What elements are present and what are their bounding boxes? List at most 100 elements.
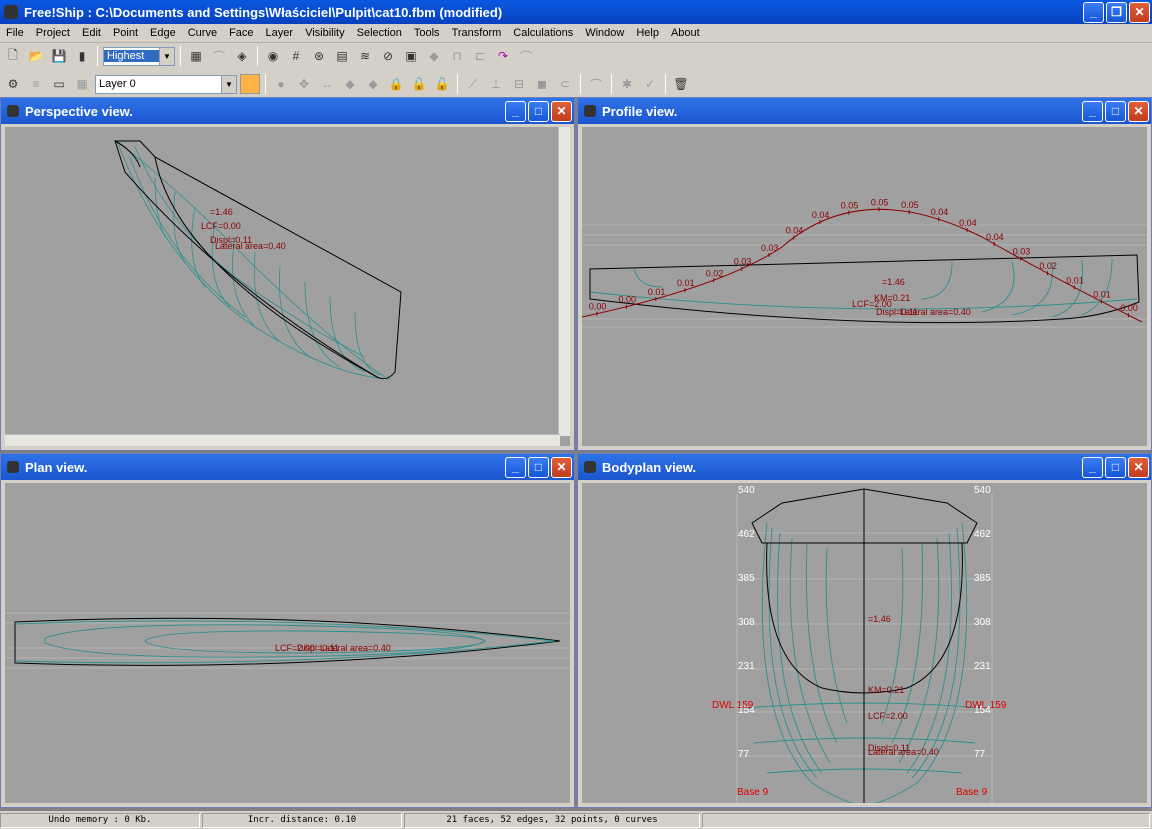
minimize-button[interactable]: _ — [1082, 456, 1103, 478]
diagonals-icon[interactable]: ⊘ — [378, 46, 398, 66]
minimize-button[interactable]: _ — [505, 456, 526, 478]
waterlines-icon[interactable]: ≋ — [355, 46, 375, 66]
menu-help[interactable]: Help — [630, 27, 665, 39]
profile-curve-label: 0.04 — [986, 232, 1004, 242]
hydrostatics-icon[interactable]: ▣ — [401, 46, 421, 66]
close-button[interactable]: ✕ — [1128, 456, 1149, 478]
menu-edge[interactable]: Edge — [144, 27, 182, 39]
edge-connect-icon[interactable]: ⊂ — [555, 74, 575, 94]
menu-project[interactable]: Project — [30, 27, 76, 39]
face-split-icon[interactable]: ◆ — [363, 74, 383, 94]
buttocks-icon[interactable]: ▤ — [332, 46, 352, 66]
perspective-canvas[interactable]: =1.46 LCF=0.00 Displ=0.11 Lateral area=0… — [5, 127, 570, 446]
svg-text:Lateral area=0.40: Lateral area=0.40 — [900, 307, 971, 317]
edge-collapse-icon[interactable]: ⊥ — [486, 74, 506, 94]
minimize-button[interactable]: _ — [1083, 1, 1104, 23]
spline-icon[interactable]: ⌒ — [516, 46, 536, 66]
menu-layer[interactable]: Layer — [260, 27, 300, 39]
perspective-title: Perspective view. — [25, 103, 133, 119]
menu-transform[interactable]: Transform — [446, 27, 508, 39]
layer-visibility-icon[interactable]: ▭ — [49, 74, 69, 94]
profile-titlebar: Profile view. _ □ ✕ — [578, 98, 1151, 124]
minimize-button[interactable]: _ — [1082, 100, 1103, 122]
restore-button[interactable]: ❐ — [1106, 1, 1127, 23]
menu-curve[interactable]: Curve — [182, 27, 223, 39]
menu-point[interactable]: Point — [107, 27, 144, 39]
maximize-button[interactable]: □ — [528, 456, 549, 478]
close-button[interactable]: ✕ — [1128, 100, 1149, 122]
plan-canvas[interactable]: LCF=2.00 Displ=0.11 Lateral area=0.40 — [5, 483, 570, 803]
profile-curve-label: 0.04 — [786, 226, 804, 236]
profile-curve-label: 0.03 — [761, 243, 779, 253]
close-button[interactable]: ✕ — [551, 456, 572, 478]
delete-icon[interactable]: 🗑 — [671, 74, 691, 94]
curvature-icon[interactable]: ⌒ — [209, 46, 229, 66]
close-button[interactable]: ✕ — [551, 100, 572, 122]
bodyplan-canvas[interactable]: 540 462 385 308 231 154 77 540 462 385 308 231 154 77… — [582, 483, 1147, 803]
menu-about[interactable]: About — [665, 27, 706, 39]
horizontal-scrollbar[interactable] — [5, 434, 560, 446]
menu-tools[interactable]: Tools — [408, 27, 446, 39]
stations-icon[interactable]: ⊛ — [309, 46, 329, 66]
layer-grid-icon[interactable]: ▦ — [72, 74, 92, 94]
lock-icon[interactable]: 🔒 — [386, 74, 406, 94]
open-folder-icon[interactable]: 📂 — [26, 46, 46, 66]
edge-split-icon[interactable]: ⟋ — [463, 74, 483, 94]
svg-text:LCF=0.00: LCF=0.00 — [201, 221, 241, 231]
new-point-icon[interactable]: ● — [271, 74, 291, 94]
menu-selection[interactable]: Selection — [351, 27, 408, 39]
bridge-icon[interactable]: ⊏ — [470, 46, 490, 66]
minimize-button[interactable]: _ — [505, 100, 526, 122]
move-icon[interactable]: ✥ — [294, 74, 314, 94]
status-bar: Undo memory : 0 Kb. Incr. distance: 0.10… — [0, 811, 1152, 829]
viewport-icon — [584, 461, 596, 473]
export-icon[interactable]: ▮ — [72, 46, 92, 66]
markers-icon[interactable]: ⊓ — [447, 46, 467, 66]
layer-select[interactable]: Layer 0 ▼ — [95, 74, 237, 94]
layers-icon[interactable]: ≡ — [26, 74, 46, 94]
extrude-icon[interactable]: ↔ — [317, 74, 337, 94]
unlock-icon[interactable]: 🔓 — [409, 74, 429, 94]
interior-edges-icon[interactable]: ◈ — [232, 46, 252, 66]
menu-calculations[interactable]: Calculations — [507, 27, 579, 39]
close-button[interactable]: ✕ — [1129, 1, 1150, 23]
menu-file[interactable]: File — [0, 27, 30, 39]
globe-icon[interactable]: ◉ — [263, 46, 283, 66]
edge-extrude-icon[interactable]: ⊟ — [509, 74, 529, 94]
menu-window[interactable]: Window — [579, 27, 630, 39]
face-icon[interactable]: ◆ — [340, 74, 360, 94]
perspective-viewport: Perspective view. _ □ ✕ =1.46 LCF=0.00 D… — [0, 97, 575, 451]
unlock-all-icon[interactable]: 🔓 — [432, 74, 452, 94]
maximize-button[interactable]: □ — [1105, 100, 1126, 122]
profile-curve-label: 0.01 — [677, 278, 695, 288]
maximize-button[interactable]: □ — [1105, 456, 1126, 478]
profile-curve-label: 0.01 — [648, 287, 666, 297]
save-icon[interactable]: 💾 — [49, 46, 69, 66]
new-file-icon[interactable]: 🗋 — [3, 46, 23, 66]
bodyplan-right-tick: 77 — [974, 749, 986, 760]
precision-select[interactable]: Highest ▼ — [103, 46, 175, 66]
layer-toolbar: ⚙ ≡ ▭ ▦ Layer 0 ▼ ● ✥ ↔ ◆ ◆ 🔒 🔓 🔓 ⟋ ⊥ ⊟ … — [0, 71, 1152, 97]
grid-icon[interactable]: # — [286, 46, 306, 66]
bodyplan-right-tick: 231 — [974, 661, 991, 672]
bodyplan-titlebar: Bodyplan view. _ □ ✕ — [578, 454, 1151, 480]
layer-props-icon[interactable]: ⚙ — [3, 74, 23, 94]
menu-edit[interactable]: Edit — [76, 27, 107, 39]
crease-icon[interactable]: ◼ — [532, 74, 552, 94]
check-model-icon[interactable]: ✓ — [640, 74, 660, 94]
menu-face[interactable]: Face — [223, 27, 259, 39]
curvature-plot-icon[interactable]: ↷ — [493, 46, 513, 66]
chevron-down-icon[interactable]: ▼ — [221, 75, 236, 93]
chevron-down-icon[interactable]: ▼ — [159, 47, 174, 65]
profile-canvas[interactable]: 0.00 0.00 0.01 0.01 0.02 0.03 0.03 0.04 0.04 0.05… — [582, 127, 1147, 446]
menu-visibility[interactable]: Visibility — [299, 27, 351, 39]
flowlines-icon[interactable]: ◆ — [424, 46, 444, 66]
maximize-button[interactable]: □ — [528, 100, 549, 122]
control-net-icon[interactable]: ▦ — [186, 46, 206, 66]
viewport-icon — [7, 461, 19, 473]
flip-icon[interactable]: ✱ — [617, 74, 637, 94]
vertical-scrollbar[interactable] — [558, 127, 570, 436]
curve-icon[interactable]: ⌒ — [586, 74, 606, 94]
layer-color-swatch[interactable] — [240, 74, 260, 94]
svg-text:Lateral area=0.40: Lateral area=0.40 — [320, 643, 391, 653]
